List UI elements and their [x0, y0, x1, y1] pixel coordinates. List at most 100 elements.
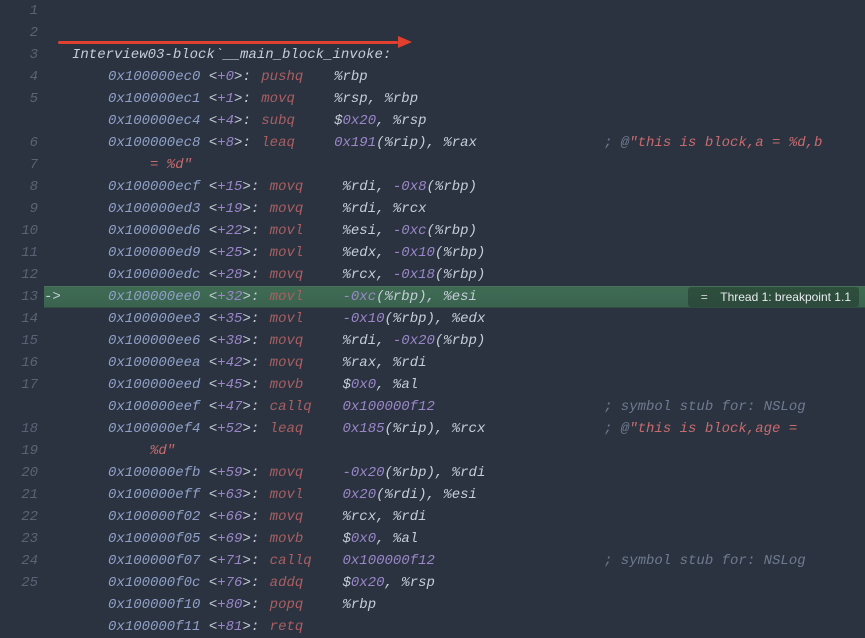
disasm-row[interactable]: 0x100000ef4 <+52>: leaq 0x185(%rip), %rc…: [44, 418, 865, 440]
instruction-offset: +63: [217, 487, 242, 503]
line-number: 10: [0, 220, 38, 242]
comment: ; @: [604, 421, 629, 437]
disasm-row[interactable]: 0x100000ec0 <+0>: pushq %rbp: [44, 66, 865, 88]
instruction-address: 0x100000f05: [108, 531, 209, 547]
operand: -0x20: [393, 333, 435, 349]
line-number: 21: [0, 484, 38, 506]
mnemonic: movb: [268, 374, 326, 396]
mnemonic: movl: [268, 286, 326, 308]
operand: ,: [376, 355, 393, 371]
operand: ,: [376, 531, 393, 547]
operand: 0x185: [342, 421, 384, 437]
operand: %rax: [443, 135, 477, 151]
instruction-offset: +42: [217, 355, 242, 371]
mnemonic: movl: [268, 308, 326, 330]
instruction-address: 0x100000ecf: [108, 179, 209, 195]
disasm-row[interactable]: 0x100000f10 <+80>: popq %rbp: [44, 594, 865, 616]
disassembly-view[interactable]: Interview03-block`__main_block_invoke: 0x…: [44, 0, 865, 638]
instruction-offset: +38: [217, 333, 242, 349]
instruction-address: 0x100000f0c: [108, 575, 209, 591]
instruction-address: 0x100000ec8: [108, 135, 209, 151]
instruction-offset: +76: [217, 575, 242, 591]
operand: 0x0: [351, 531, 376, 547]
disasm-row[interactable]: 0x100000efb <+59>: movq -0x20(%rbp), %rd…: [44, 462, 865, 484]
line-number: 14: [0, 308, 38, 330]
instruction-address: 0x100000eef: [108, 399, 209, 415]
disasm-row[interactable]: 0x100000f07 <+71>: callq 0x100000f12; sy…: [44, 550, 865, 572]
disasm-row[interactable]: 0x100000f02 <+66>: movq %rcx, %rdi: [44, 506, 865, 528]
line-number: 2: [0, 22, 38, 44]
operand: (%rbp): [385, 465, 435, 481]
operand: -0x8: [393, 179, 427, 195]
operand: -0xc: [393, 223, 427, 239]
disasm-row[interactable]: 0x100000ee6 <+38>: movq %rdi, -0x20(%rbp…: [44, 330, 865, 352]
disasm-row[interactable]: 0x100000ec8 <+8>: leaq 0x191(%rip), %rax…: [44, 132, 865, 154]
function-name: Interview03-block`__main_block_invoke:: [72, 47, 391, 63]
line-number: 8: [0, 176, 38, 198]
operand: %rcx: [452, 421, 486, 437]
instruction-address: 0x100000eff: [108, 487, 209, 503]
disasm-row[interactable]: 0x100000ed3 <+19>: movq %rdi, %rcx: [44, 198, 865, 220]
instruction-offset: +81: [217, 619, 242, 635]
instruction-address: 0x100000edc: [108, 267, 209, 283]
string-literal: "this is block,a = %d,b: [629, 135, 822, 151]
comment: ; symbol stub for: NSLog: [604, 399, 806, 415]
function-header-row[interactable]: Interview03-block`__main_block_invoke:: [44, 44, 865, 66]
disasm-row[interactable]: 0x100000ed6 <+22>: movl %esi, -0xc(%rbp): [44, 220, 865, 242]
line-number: 19: [0, 440, 38, 462]
disasm-row[interactable]: ->0x100000ee0 <+32>: movl -0xc(%rbp), %e…: [44, 286, 865, 308]
string-literal: = %d": [150, 157, 192, 173]
disasm-row[interactable]: 0x100000ecf <+15>: movq %rdi, -0x8(%rbp): [44, 176, 865, 198]
disasm-row[interactable]: 0x100000ed9 <+25>: movl %edx, -0x10(%rbp…: [44, 242, 865, 264]
operand: ,: [427, 487, 444, 503]
instruction-offset: +66: [217, 509, 242, 525]
operand: ,: [376, 377, 393, 393]
instruction-address: 0x100000ee0: [108, 289, 209, 305]
disasm-row[interactable]: 0x100000ec4 <+4>: subq $0x20, %rsp: [44, 110, 865, 132]
instruction-offset: +4: [217, 113, 234, 129]
disasm-row[interactable]: 0x100000f0c <+76>: addq $0x20, %rsp: [44, 572, 865, 594]
operand: %rbp: [334, 69, 368, 85]
line-number: 11: [0, 242, 38, 264]
operand: ,: [376, 223, 393, 239]
instruction-offset: +32: [217, 289, 242, 305]
line-number: 22: [0, 506, 38, 528]
instruction-address: 0x100000ec1: [108, 91, 209, 107]
mnemonic: addq: [268, 572, 326, 594]
instruction-address: 0x100000ef4: [108, 421, 209, 437]
mnemonic: movq: [268, 462, 326, 484]
operand: %rbp: [342, 597, 376, 613]
operand: %edx: [342, 245, 376, 261]
disasm-row[interactable]: 0x100000f11 <+81>: retq: [44, 616, 865, 638]
operand: ,: [376, 333, 393, 349]
disasm-row[interactable]: 0x100000f05 <+69>: movb $0x0, %al: [44, 528, 865, 550]
disasm-row[interactable]: 0x100000eea <+42>: movq %rax, %rdi: [44, 352, 865, 374]
instruction-address: 0x100000ed3: [108, 201, 209, 217]
line-number: 5: [0, 88, 38, 110]
disasm-row[interactable]: 0x100000eed <+45>: movb $0x0, %al: [44, 374, 865, 396]
breakpoint-badge[interactable]: =Thread 1: breakpoint 1.1: [688, 287, 859, 307]
operand: (%rip): [385, 421, 435, 437]
disasm-row[interactable]: 0x100000eff <+63>: movl 0x20(%rdi), %esi: [44, 484, 865, 506]
instruction-offset: +71: [217, 553, 242, 569]
instruction-offset: +45: [217, 377, 242, 393]
disasm-row[interactable]: 0x100000edc <+28>: movq %rcx, -0x18(%rbp…: [44, 264, 865, 286]
operand: %rsp: [401, 575, 435, 591]
mnemonic: movl: [268, 242, 326, 264]
disasm-row[interactable]: 0x100000ee3 <+35>: movl -0x10(%rbp), %ed…: [44, 308, 865, 330]
instruction-offset: +0: [217, 69, 234, 85]
instruction-offset: +47: [217, 399, 242, 415]
disasm-row-continuation: = %d": [44, 154, 865, 176]
instruction-address: 0x100000efb: [108, 465, 209, 481]
operand: (%rbp): [435, 245, 485, 261]
instruction-offset: +35: [217, 311, 242, 327]
instruction-offset: +69: [217, 531, 242, 547]
operand: %rdi: [342, 179, 376, 195]
disasm-row[interactable]: 0x100000ec1 <+1>: movq %rsp, %rbp: [44, 88, 865, 110]
instruction-address: 0x100000ed9: [108, 245, 209, 261]
operand: ,: [376, 509, 393, 525]
operand: (%rip): [376, 135, 426, 151]
operand: -0xc: [342, 289, 376, 305]
operand: 0x20: [342, 113, 376, 129]
disasm-row[interactable]: 0x100000eef <+47>: callq 0x100000f12; sy…: [44, 396, 865, 418]
